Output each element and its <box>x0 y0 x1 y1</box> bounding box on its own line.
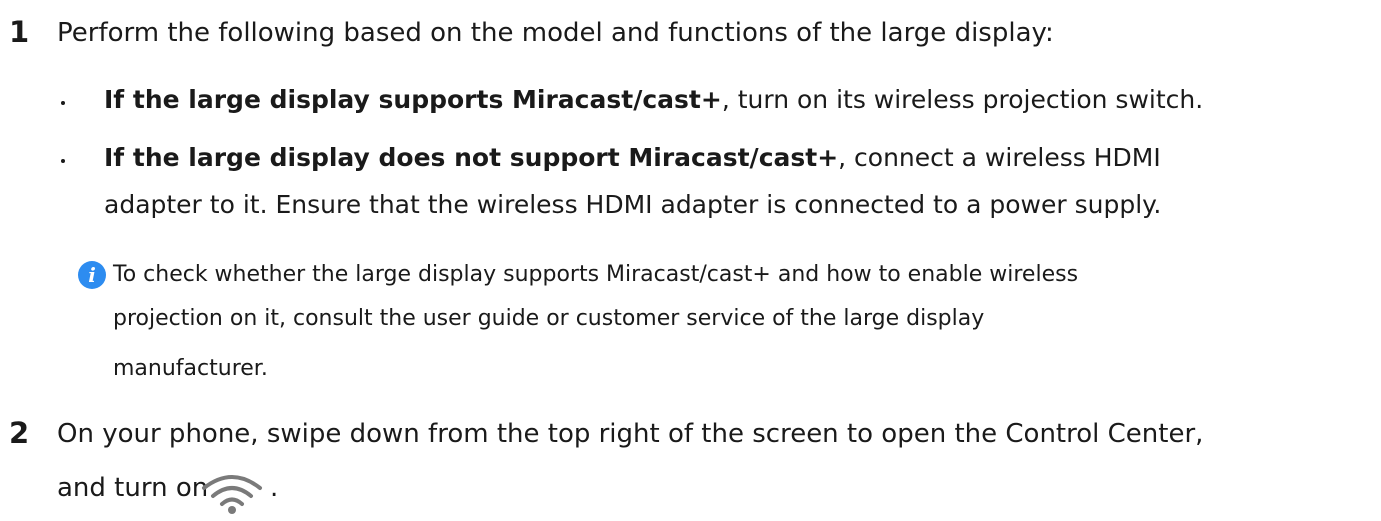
note-line-2: projection on it, consult the user guide… <box>113 306 985 331</box>
step-text: Perform the following based on the model… <box>57 18 1054 48</box>
step-text-line-2-suffix: . <box>270 473 279 503</box>
bullet-dot <box>61 101 65 105</box>
note-line-1: To check whether the large display suppo… <box>113 262 1079 287</box>
info-icon: i <box>78 261 106 289</box>
bullet-item: If the large display does not support Mi… <box>104 140 1161 176</box>
note-line-3: manufacturer. <box>113 356 268 381</box>
bullet-item: If the large display supports Miracast/c… <box>104 82 1203 118</box>
bullet-continuation: adapter to it. Ensure that the wireless … <box>104 190 1162 219</box>
bullet-text: , turn on its wireless projection switch… <box>721 85 1204 114</box>
bullet-dot <box>61 159 65 163</box>
step-text-line-1: On your phone, swipe down from the top r… <box>57 419 1204 449</box>
step-text-line-2-prefix: and turn on <box>57 473 209 503</box>
bullet-text: , connect a wireless HDMI <box>838 143 1161 172</box>
wifi-icon <box>202 475 262 514</box>
step-number: 1 <box>9 15 30 49</box>
step-number: 2 <box>9 416 30 450</box>
bullet-bold-text: If the large display supports Miracast/c… <box>104 85 722 114</box>
bullet-bold-text: If the large display does not support Mi… <box>104 143 839 172</box>
